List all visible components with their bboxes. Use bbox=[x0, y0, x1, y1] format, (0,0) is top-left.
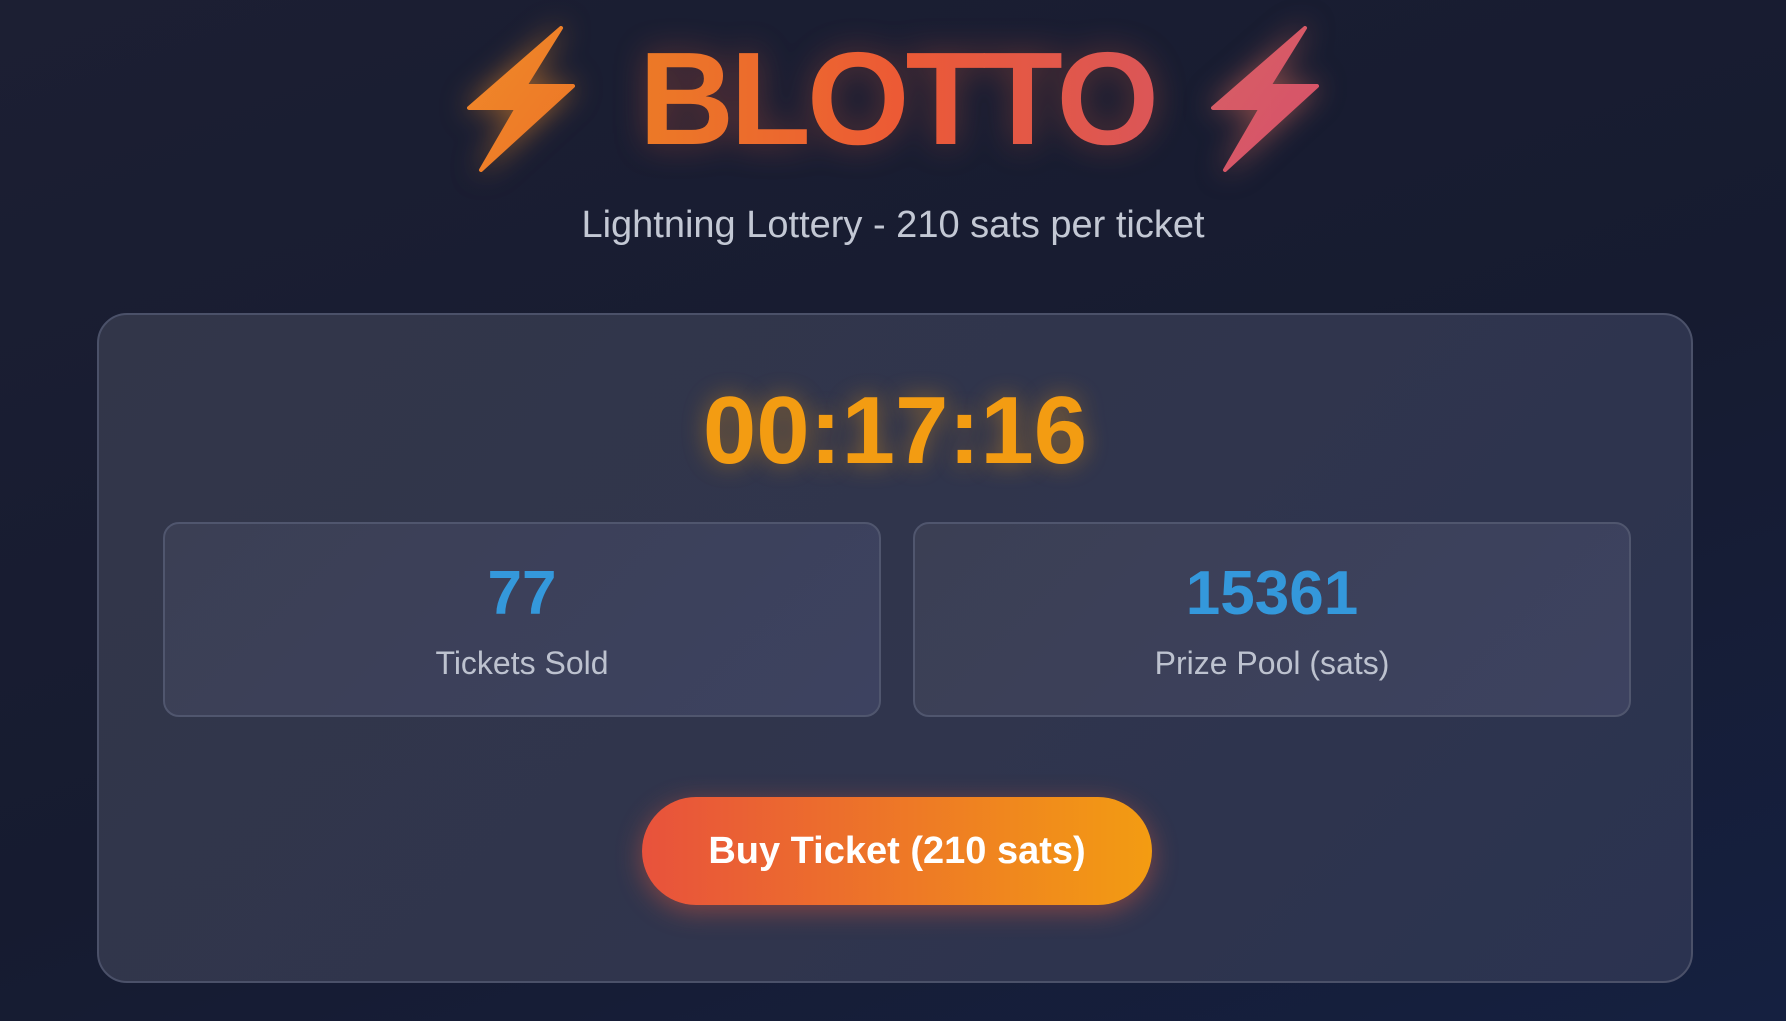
title-row: BLOTTO bbox=[0, 18, 1786, 178]
prize-pool-card: 15361 Prize Pool (sats) bbox=[913, 522, 1631, 717]
tickets-sold-card: 77 Tickets Sold bbox=[163, 522, 881, 717]
tickets-sold-label: Tickets Sold bbox=[435, 645, 609, 681]
prize-pool-label: Prize Pool (sats) bbox=[1154, 645, 1390, 681]
prize-pool-value: 15361 bbox=[1185, 559, 1359, 628]
app-title: BLOTTO bbox=[638, 25, 1159, 172]
lightning-bolt-icon bbox=[466, 26, 575, 172]
tickets-sold-value: 77 bbox=[487, 559, 557, 628]
subtitle: Lightning Lottery - 210 sats per ticket bbox=[581, 204, 1205, 246]
lottery-panel: 00:17:16 77 Tickets Sold 15361 Prize Poo… bbox=[97, 313, 1693, 983]
countdown-timer: 00:17:16 bbox=[702, 377, 1088, 484]
lightning-bolt-icon bbox=[1211, 26, 1320, 172]
header: BLOTTO Lightning Lottery - 210 sats per … bbox=[0, 0, 1786, 260]
buy-ticket-button[interactable]: Buy Ticket (210 sats) bbox=[642, 797, 1152, 905]
